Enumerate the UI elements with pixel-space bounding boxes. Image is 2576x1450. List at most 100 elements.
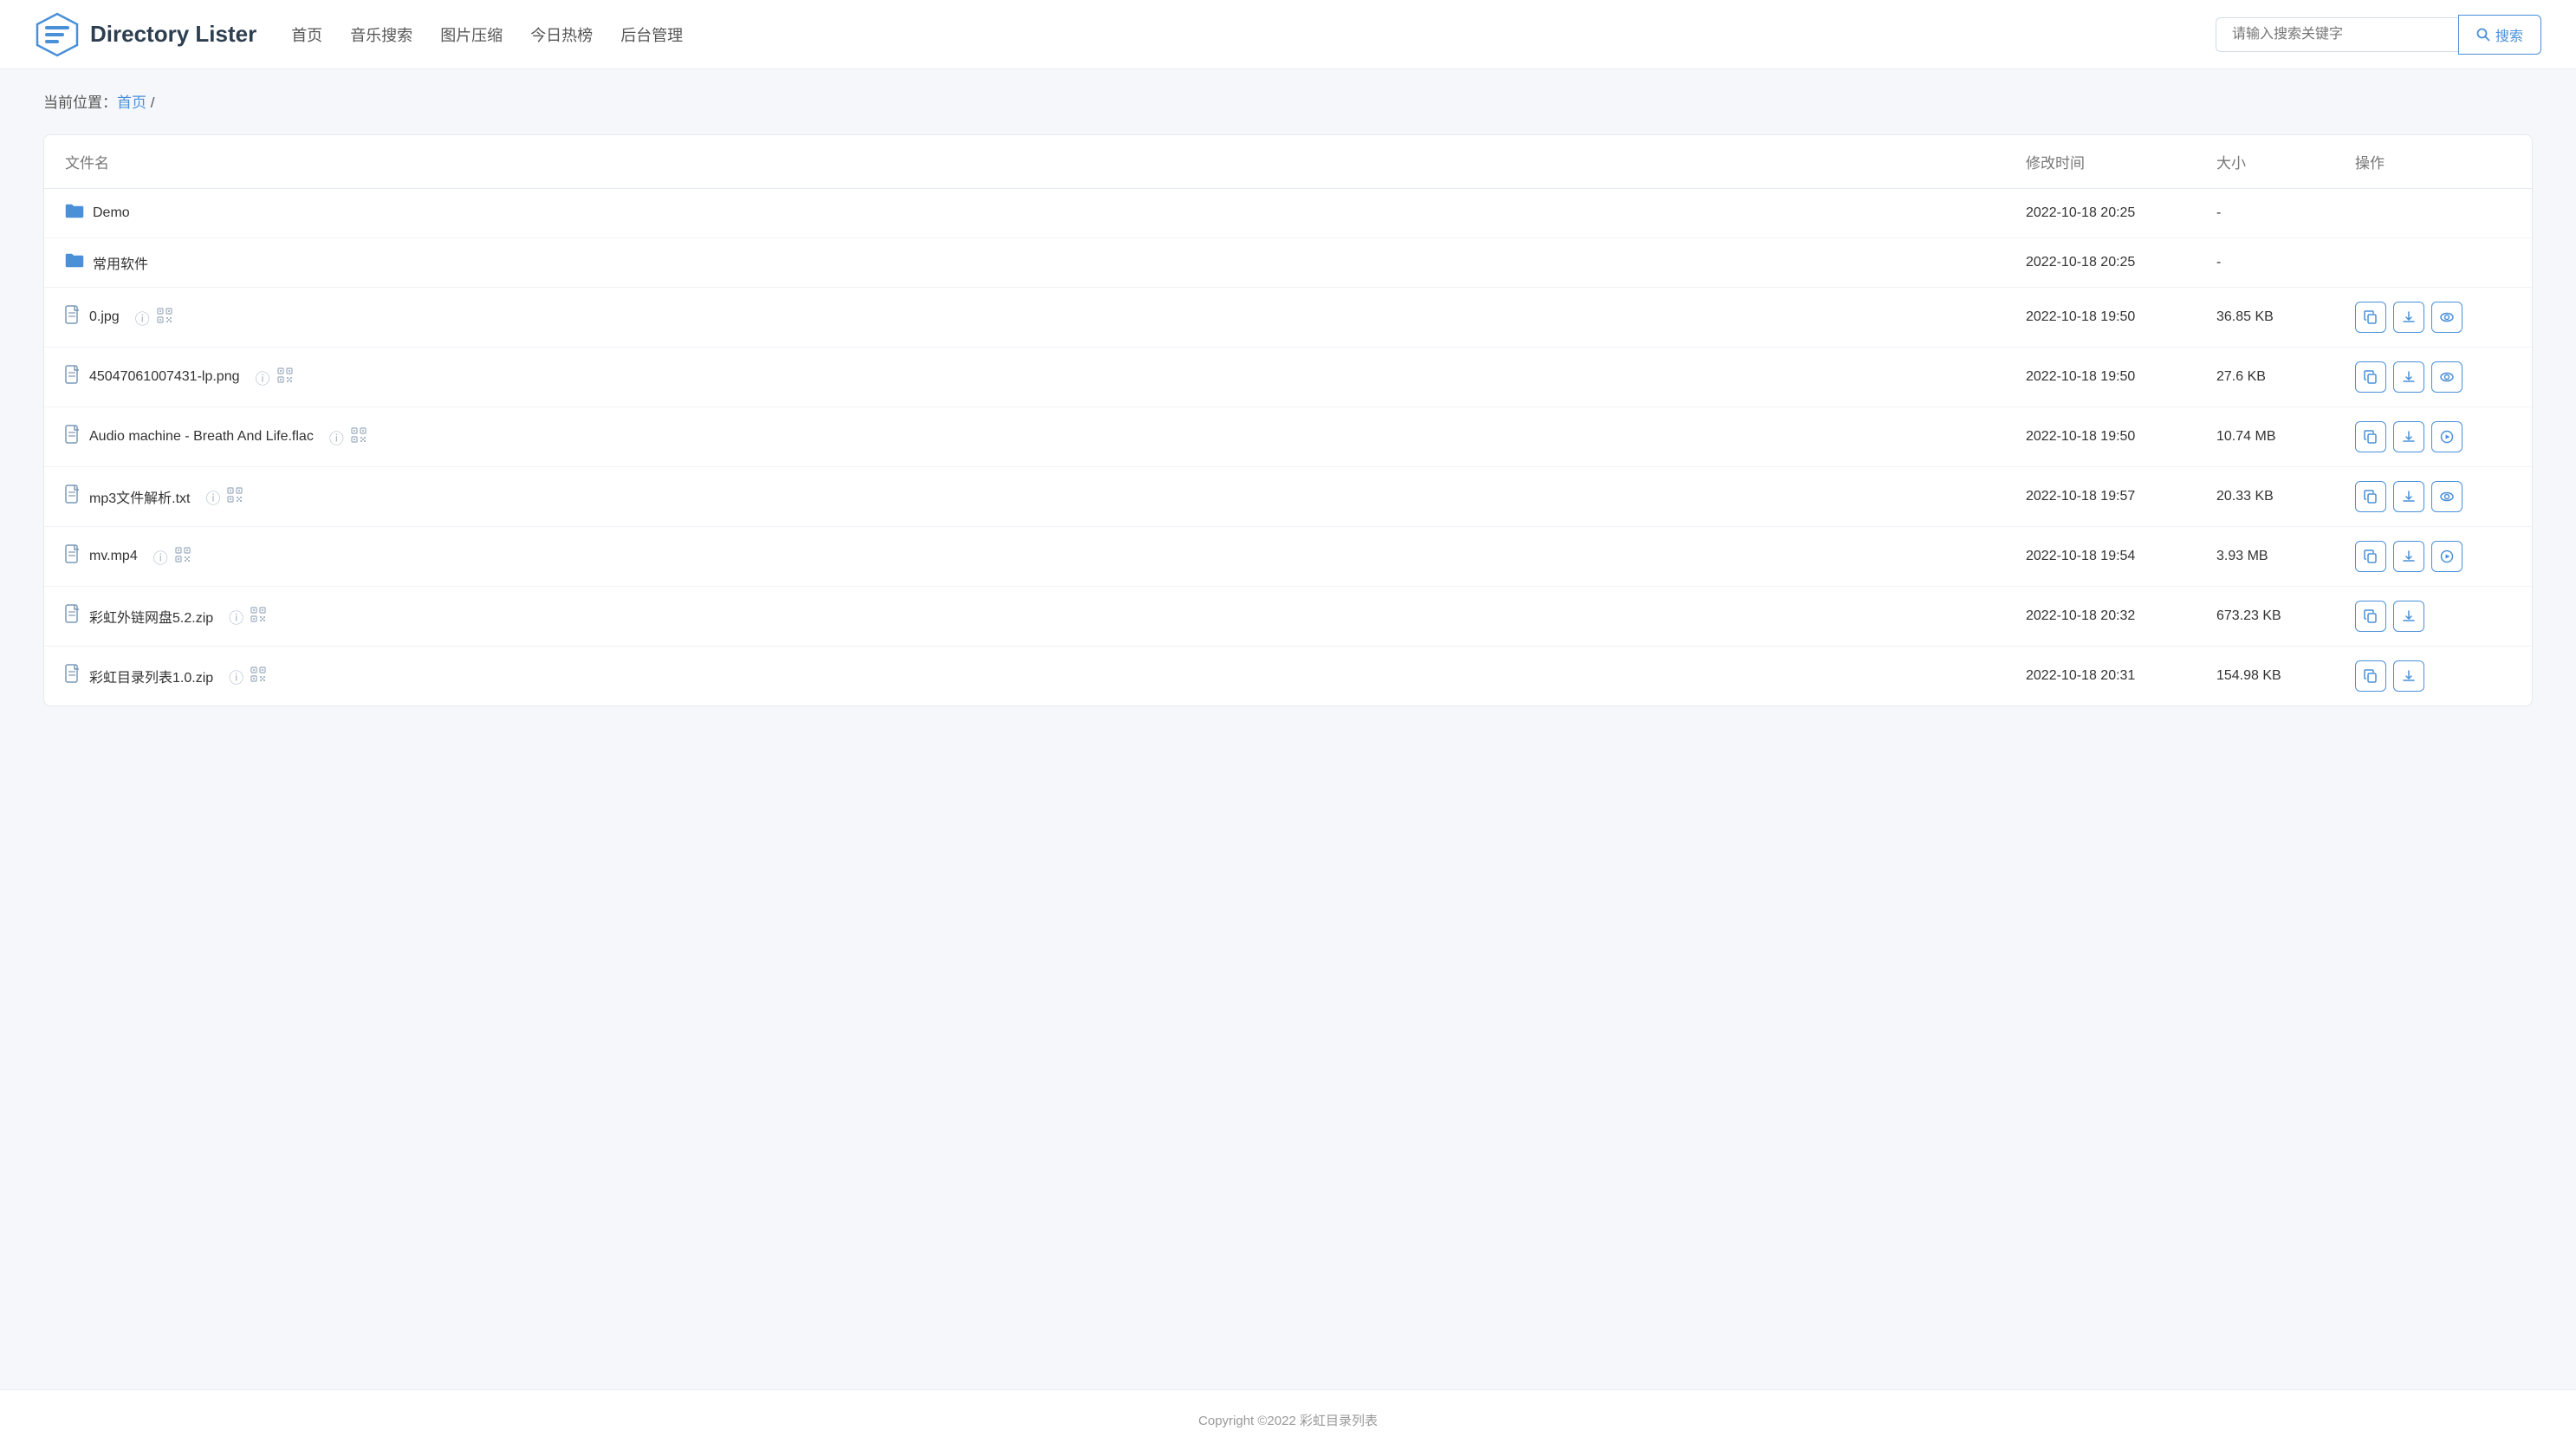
qr-icon[interactable] <box>250 607 266 627</box>
nav-home[interactable]: 首页 <box>291 23 322 46</box>
view-button[interactable] <box>2431 302 2462 333</box>
copy-button[interactable] <box>2355 481 2386 512</box>
file-size: 10.74 MB <box>2216 429 2355 445</box>
info-icon[interactable]: ⓘ <box>256 367 270 388</box>
view-button[interactable] <box>2431 481 2462 512</box>
header-left: Directory Lister 首页 音乐搜索 图片压缩 今日热榜 后台管理 <box>35 12 683 57</box>
file-modified: 2022-10-18 19:50 <box>2026 309 2216 325</box>
file-actions <box>2355 302 2511 333</box>
search-input[interactable] <box>2216 17 2458 52</box>
file-size: 36.85 KB <box>2216 309 2355 325</box>
play-button[interactable] <box>2431 541 2462 572</box>
file-meta-icons: ⓘ <box>229 606 266 627</box>
file-size: 3.93 MB <box>2216 549 2355 564</box>
copy-button[interactable] <box>2355 421 2386 452</box>
info-icon[interactable]: ⓘ <box>229 666 243 687</box>
breadcrumb-separator: / <box>146 94 154 111</box>
breadcrumb-home[interactable]: 首页 <box>117 94 146 111</box>
info-icon[interactable]: ⓘ <box>135 307 150 328</box>
qr-icon[interactable] <box>250 666 266 686</box>
qr-icon[interactable] <box>277 367 293 387</box>
view-button[interactable] <box>2431 361 2462 393</box>
nav-hot[interactable]: 今日热榜 <box>530 23 593 46</box>
file-name-text: Audio machine - Breath And Life.flac <box>89 429 314 445</box>
table-row: 常用软件 2022-10-18 20:25 - <box>44 238 2532 288</box>
play-button[interactable] <box>2431 421 2462 452</box>
file-actions <box>2355 541 2511 572</box>
file-meta-icons: ⓘ <box>229 666 266 687</box>
file-name-text: 0.jpg <box>89 309 120 325</box>
breadcrumb: 当前位置：首页 / <box>0 69 2576 126</box>
search-container: 搜索 <box>2216 15 2541 55</box>
col-modified: 修改时间 <box>2026 151 2216 172</box>
download-button[interactable] <box>2393 421 2424 452</box>
download-button[interactable] <box>2393 541 2424 572</box>
copy-button[interactable] <box>2355 660 2386 692</box>
table-row: 彩虹外链网盘5.2.zip ⓘ 2022-10-18 20:32 673.23 … <box>44 587 2532 647</box>
file-modified: 2022-10-18 19:57 <box>2026 489 2216 504</box>
col-actions: 操作 <box>2355 151 2511 172</box>
qr-icon[interactable] <box>175 547 191 567</box>
nav-image[interactable]: 图片压缩 <box>440 23 503 46</box>
file-actions <box>2355 421 2511 452</box>
file-size: - <box>2216 205 2355 221</box>
logo-icon <box>35 12 80 57</box>
table-row: mv.mp4 ⓘ 2022-10-18 19:54 3.93 MB <box>44 527 2532 587</box>
file-size: 20.33 KB <box>2216 489 2355 504</box>
search-button[interactable]: 搜索 <box>2458 15 2541 55</box>
footer-copyright: Copyright ©2022 彩虹目录列表 <box>1198 1414 1378 1428</box>
file-name-cell: mp3文件解析.txt ⓘ <box>65 484 2026 509</box>
qr-icon[interactable] <box>227 487 243 507</box>
download-button[interactable] <box>2393 660 2424 692</box>
file-modified: 2022-10-18 20:31 <box>2026 668 2216 684</box>
header-right: 搜索 <box>2216 15 2541 55</box>
main-content: 文件名 修改时间 大小 操作 Demo 2022-10-18 20:25 - <box>0 126 2576 1389</box>
file-name-text: 常用软件 <box>93 252 148 273</box>
table-row: 45047061007431-lp.png ⓘ 2022-10-18 19:50… <box>44 348 2532 407</box>
info-icon[interactable]: ⓘ <box>153 546 168 568</box>
footer: Copyright ©2022 彩虹目录列表 <box>0 1389 2576 1450</box>
qr-icon[interactable] <box>157 308 172 328</box>
file-name-cell: Audio machine - Breath And Life.flac ⓘ <box>65 425 2026 449</box>
file-name-cell: Demo <box>65 203 2026 224</box>
download-button[interactable] <box>2393 601 2424 632</box>
copy-button[interactable] <box>2355 541 2386 572</box>
col-size: 大小 <box>2216 151 2355 172</box>
main-nav: 首页 音乐搜索 图片压缩 今日热榜 后台管理 <box>291 23 683 46</box>
copy-button[interactable] <box>2355 361 2386 393</box>
nav-music[interactable]: 音乐搜索 <box>350 23 412 46</box>
file-size: - <box>2216 255 2355 270</box>
copy-button[interactable] <box>2355 302 2386 333</box>
copy-button[interactable] <box>2355 601 2386 632</box>
download-button[interactable] <box>2393 481 2424 512</box>
info-icon[interactable]: ⓘ <box>229 606 243 627</box>
table-row: mp3文件解析.txt ⓘ 2022-10-18 19:57 20.33 KB <box>44 467 2532 527</box>
download-button[interactable] <box>2393 361 2424 393</box>
logo[interactable]: Directory Lister <box>35 12 256 57</box>
nav-admin[interactable]: 后台管理 <box>620 23 683 46</box>
file-name-text: mv.mp4 <box>89 549 138 564</box>
file-icon <box>65 544 81 569</box>
file-meta-icons: ⓘ <box>329 426 367 448</box>
file-name-cell: 彩虹外链网盘5.2.zip ⓘ <box>65 604 2026 628</box>
logo-text: Directory Lister <box>90 21 256 48</box>
folder-icon <box>65 252 84 273</box>
download-button[interactable] <box>2393 302 2424 333</box>
file-name-cell: 常用软件 <box>65 252 2026 273</box>
info-icon[interactable]: ⓘ <box>205 486 220 508</box>
file-modified: 2022-10-18 20:32 <box>2026 608 2216 624</box>
file-icon <box>65 604 81 628</box>
folder-icon <box>65 203 84 224</box>
file-meta-icons: ⓘ <box>135 307 172 328</box>
info-icon[interactable]: ⓘ <box>329 426 344 448</box>
file-modified: 2022-10-18 19:50 <box>2026 429 2216 445</box>
qr-icon[interactable] <box>351 427 367 447</box>
table-row: 0.jpg ⓘ 2022-10-18 19:50 36.85 KB <box>44 288 2532 348</box>
breadcrumb-prefix: 当前位置： <box>43 94 117 111</box>
file-name-text: 彩虹目录列表1.0.zip <box>89 666 213 686</box>
file-name-cell: 0.jpg ⓘ <box>65 305 2026 329</box>
file-icon <box>65 365 81 389</box>
file-meta-icons: ⓘ <box>256 367 293 388</box>
search-icon <box>2476 28 2490 42</box>
file-icon <box>65 484 81 509</box>
